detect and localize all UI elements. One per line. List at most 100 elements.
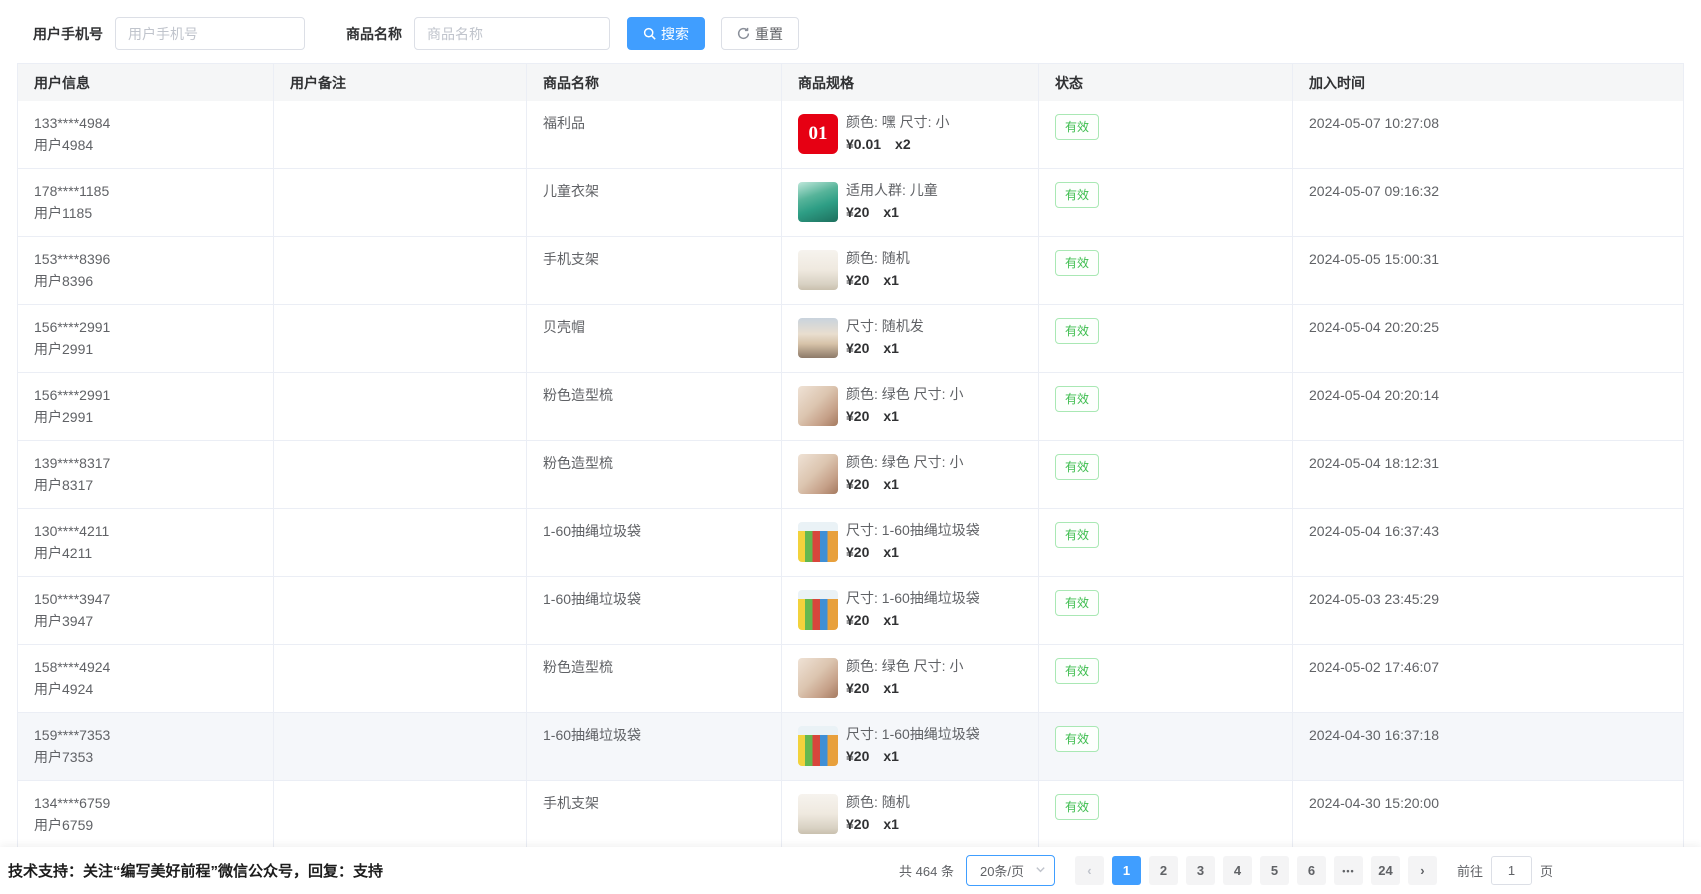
more-pages-button[interactable]: •••: [1334, 856, 1363, 885]
product-name-cell: 手机支架: [527, 237, 782, 304]
user-name: 用户6759: [34, 814, 257, 836]
spec-text: 适用人群: 儿童: [846, 180, 938, 201]
status-cell: 有效: [1039, 645, 1293, 712]
user-name: 用户2991: [34, 406, 257, 428]
status-cell: 有效: [1039, 509, 1293, 576]
product-name: 儿童衣架: [543, 183, 599, 199]
quantity: x1: [883, 541, 899, 564]
join-time-cell: 2024-05-04 20:20:25: [1293, 305, 1683, 372]
product-name-cell: 手机支架: [527, 781, 782, 848]
product-image: [798, 590, 838, 630]
goto-page: 前往 页: [1457, 856, 1553, 885]
product-name-cell: 1-60抽绳垃圾袋: [527, 509, 782, 576]
product-name: 手机支架: [543, 795, 599, 811]
page-size-value: 20条/页: [980, 861, 1024, 880]
quantity: x1: [883, 609, 899, 632]
join-time: 2024-05-04 20:20:25: [1309, 319, 1439, 335]
join-time: 2024-05-05 15:00:31: [1309, 251, 1439, 267]
status-badge: 有效: [1055, 726, 1099, 752]
table-header: 用户信息 用户备注 商品名称 商品规格 状态 加入时间: [18, 64, 1683, 101]
user-info-cell: 139****8317 用户8317: [18, 441, 274, 508]
product-name-input[interactable]: [414, 17, 610, 50]
spec-text: 颜色: 随机: [846, 248, 910, 269]
product-name-cell: 福利品: [527, 101, 782, 168]
user-phone: 159****7353: [34, 724, 257, 746]
page-button-3[interactable]: 3: [1186, 856, 1215, 885]
table-row: 139****8317 用户8317 粉色造型梳 颜色: 绿色 尺寸: 小 ¥2…: [18, 441, 1683, 509]
product-image: [798, 522, 838, 562]
product-spec-cell: 01 颜色: 嘿 尺寸: 小 ¥0.01 x2: [782, 101, 1039, 168]
join-time-cell: 2024-05-04 16:37:43: [1293, 509, 1683, 576]
quantity: x1: [883, 201, 899, 224]
page-button-24[interactable]: 24: [1371, 856, 1400, 885]
price: ¥20: [846, 473, 869, 496]
product-image: [798, 386, 838, 426]
join-time: 2024-05-02 17:46:07: [1309, 659, 1439, 675]
product-spec-cell: 颜色: 随机 ¥20 x1: [782, 237, 1039, 304]
prev-page-button[interactable]: ‹: [1075, 856, 1104, 885]
page-button-1[interactable]: 1: [1112, 856, 1141, 885]
table-row: 159****7353 用户7353 1-60抽绳垃圾袋 尺寸: 1-60抽绳垃…: [18, 713, 1683, 781]
goto-suffix: 页: [1540, 861, 1553, 880]
product-spec-cell: 尺寸: 1-60抽绳垃圾袋 ¥20 x1: [782, 509, 1039, 576]
join-time-cell: 2024-05-05 15:00:31: [1293, 237, 1683, 304]
product-name-label: 商品名称: [346, 24, 402, 44]
status-badge: 有效: [1055, 250, 1099, 276]
table-row: 158****4924 用户4924 粉色造型梳 颜色: 绿色 尺寸: 小 ¥2…: [18, 645, 1683, 713]
user-name: 用户4211: [34, 542, 257, 564]
status-badge: 有效: [1055, 794, 1099, 820]
cart-table: 用户信息 用户备注 商品名称 商品规格 状态 加入时间 133****4984 …: [17, 63, 1684, 849]
page-size-select[interactable]: 20条/页: [966, 855, 1055, 886]
page-button-5[interactable]: 5: [1260, 856, 1289, 885]
goto-page-input[interactable]: [1491, 856, 1532, 885]
product-spec-cell: 颜色: 绿色 尺寸: 小 ¥20 x1: [782, 441, 1039, 508]
product-name: 贝壳帽: [543, 319, 585, 335]
price: ¥20: [846, 541, 869, 564]
join-time-cell: 2024-05-07 10:27:08: [1293, 101, 1683, 168]
spec-text: 尺寸: 随机发: [846, 316, 924, 337]
product-spec-cell: 颜色: 绿色 尺寸: 小 ¥20 x1: [782, 373, 1039, 440]
search-button[interactable]: 搜索: [627, 17, 705, 50]
page-button-2[interactable]: 2: [1149, 856, 1178, 885]
page-button-4[interactable]: 4: [1223, 856, 1252, 885]
user-name: 用户4924: [34, 678, 257, 700]
join-time-cell: 2024-05-04 20:20:14: [1293, 373, 1683, 440]
table-row: 134****6759 用户6759 手机支架 颜色: 随机 ¥20 x1 有效…: [18, 781, 1683, 849]
user-info-cell: 156****2991 用户2991: [18, 373, 274, 440]
user-phone: 156****2991: [34, 316, 257, 338]
table-row: 150****3947 用户3947 1-60抽绳垃圾袋 尺寸: 1-60抽绳垃…: [18, 577, 1683, 645]
status-badge: 有效: [1055, 114, 1099, 140]
table-row: 153****8396 用户8396 手机支架 颜色: 随机 ¥20 x1 有效…: [18, 237, 1683, 305]
phone-input[interactable]: [115, 17, 305, 50]
user-name: 用户1185: [34, 202, 257, 224]
join-time-cell: 2024-05-02 17:46:07: [1293, 645, 1683, 712]
user-phone: 158****4924: [34, 656, 257, 678]
quantity: x1: [883, 677, 899, 700]
product-name: 1-60抽绳垃圾袋: [543, 591, 641, 607]
product-name-cell: 1-60抽绳垃圾袋: [527, 713, 782, 780]
reset-button[interactable]: 重置: [721, 17, 799, 50]
quantity: x1: [883, 473, 899, 496]
status-cell: 有效: [1039, 101, 1293, 168]
product-image: [798, 794, 838, 834]
status-cell: 有效: [1039, 441, 1293, 508]
join-time: 2024-05-07 09:16:32: [1309, 183, 1439, 199]
search-icon: [643, 27, 656, 40]
status-badge: 有效: [1055, 386, 1099, 412]
product-name: 福利品: [543, 115, 585, 131]
page-button-6[interactable]: 6: [1297, 856, 1326, 885]
product-spec-cell: 颜色: 绿色 尺寸: 小 ¥20 x1: [782, 645, 1039, 712]
status-cell: 有效: [1039, 169, 1293, 236]
price: ¥20: [846, 609, 869, 632]
pager: ‹ 123456 ••• 24 ›: [1071, 856, 1441, 885]
next-page-button[interactable]: ›: [1408, 856, 1437, 885]
user-info-cell: 133****4984 用户4984: [18, 101, 274, 168]
product-spec-cell: 颜色: 随机 ¥20 x1: [782, 781, 1039, 848]
pagination: 共 464 条 20条/页 ‹ 123456 ••• 24 › 前往 页: [899, 855, 1553, 886]
user-remark-cell: [274, 441, 527, 508]
total-count: 共 464 条: [899, 861, 954, 880]
product-image: [798, 726, 838, 766]
join-time: 2024-05-07 10:27:08: [1309, 115, 1439, 131]
goto-label: 前往: [1457, 861, 1483, 880]
join-time: 2024-05-04 20:20:14: [1309, 387, 1439, 403]
